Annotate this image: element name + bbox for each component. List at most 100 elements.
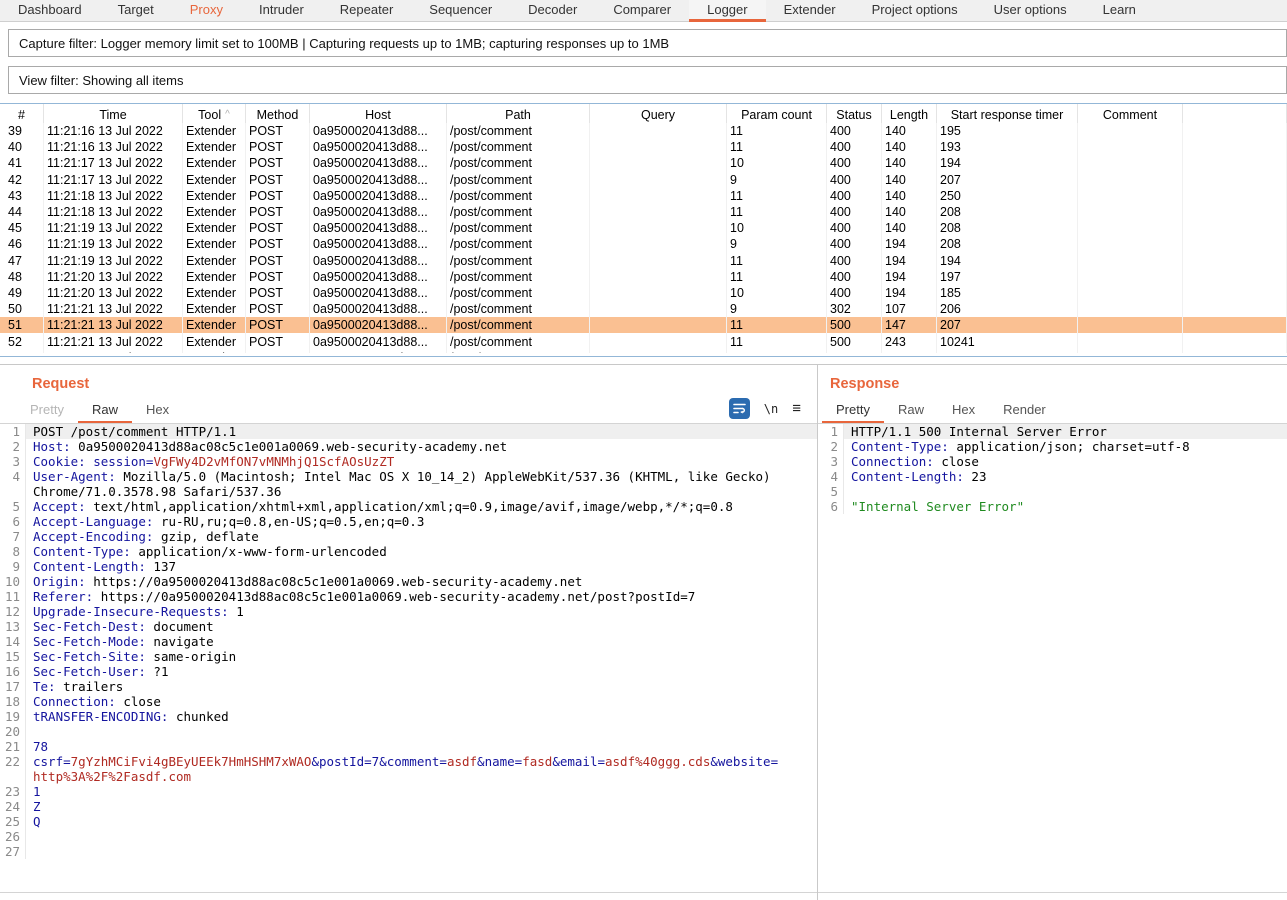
line-content: 78 [26, 739, 817, 754]
log-row-43[interactable]: 4311:21:18 13 Jul 2022ExtenderPOST0a9500… [0, 188, 1287, 204]
request-line-25: 25Q [0, 814, 817, 829]
cell-path: /post/comment [447, 350, 590, 353]
column-header-label: Path [505, 108, 531, 122]
column-header-method[interactable]: Method [246, 104, 310, 125]
menu-tab-target[interactable]: Target [100, 0, 172, 22]
line-content: Host: 0a9500020413d88ac08c5c1e001a0069.w… [26, 439, 817, 454]
column-header--[interactable]: # [0, 104, 44, 125]
menu-tab-learn[interactable]: Learn [1085, 0, 1154, 22]
menu-tab-extender[interactable]: Extender [766, 0, 854, 22]
column-header-start-response-timer[interactable]: Start response timer [937, 104, 1078, 125]
line-number: 16 [0, 664, 26, 679]
request-tab-hex[interactable]: Hex [132, 397, 183, 423]
log-row-42[interactable]: 4211:21:17 13 Jul 2022ExtenderPOST0a9500… [0, 172, 1287, 188]
cell-host: 0a9500020413d88... [310, 350, 447, 353]
request-line-wrap: Chrome/71.0.3578.98 Safari/537.36 [0, 484, 817, 499]
menu-tab-user-options[interactable]: User options [976, 0, 1085, 22]
request-line-5: 5Accept: text/html,application/xhtml+xml… [0, 499, 817, 514]
line-content: Chrome/71.0.3578.98 Safari/537.36 [26, 484, 817, 499]
log-row-49[interactable]: 4911:21:20 13 Jul 2022ExtenderPOST0a9500… [0, 285, 1287, 301]
cell-status: 400 [827, 188, 882, 204]
column-header-label: Start response timer [951, 108, 1064, 122]
log-row-53[interactable]: 5311:21:22 13 Jul 2022ExtenderPOST0a9500… [0, 350, 1287, 353]
log-row-51[interactable]: 5111:21:21 13 Jul 2022ExtenderPOST0a9500… [0, 317, 1287, 333]
response-tab-render[interactable]: Render [989, 397, 1060, 423]
show-newlines-icon[interactable]: \n [764, 402, 778, 416]
menu-tab-logger[interactable]: Logger [689, 0, 765, 22]
column-header-host[interactable]: Host [310, 104, 447, 125]
cell-length: 194 [882, 285, 937, 301]
cell-comment [1078, 301, 1183, 317]
menu-tab-decoder[interactable]: Decoder [510, 0, 595, 22]
cell-comment [1078, 333, 1183, 349]
menu-tab-repeater[interactable]: Repeater [322, 0, 411, 22]
request-tab-raw[interactable]: Raw [78, 397, 132, 423]
column-header-param-count[interactable]: Param count [727, 104, 827, 125]
line-number: 22 [0, 754, 26, 769]
line-number [0, 484, 26, 499]
log-row-50[interactable]: 5011:21:21 13 Jul 2022ExtenderPOST0a9500… [0, 301, 1287, 317]
column-header-query[interactable]: Query [590, 104, 727, 125]
line-number: 15 [0, 649, 26, 664]
cell-filler [1183, 317, 1287, 333]
log-row-45[interactable]: 4511:21:19 13 Jul 2022ExtenderPOST0a9500… [0, 220, 1287, 236]
line-content: Connection: close [844, 454, 1287, 469]
request-editor[interactable]: 1POST /post/comment HTTP/1.12Host: 0a950… [0, 423, 817, 893]
response-tab-raw[interactable]: Raw [884, 397, 938, 423]
cell-id: 51 [0, 317, 44, 333]
log-row-41[interactable]: 4111:21:17 13 Jul 2022ExtenderPOST0a9500… [0, 155, 1287, 171]
cell-start-response-timer: 233 [937, 350, 1078, 353]
cell-host: 0a9500020413d88... [310, 236, 447, 252]
cell-time: 11:21:20 13 Jul 2022 [44, 285, 183, 301]
response-tab-hex[interactable]: Hex [938, 397, 989, 423]
column-header-path[interactable]: Path [447, 104, 590, 125]
menu-tab-comparer[interactable]: Comparer [595, 0, 689, 22]
cell-query [590, 253, 727, 269]
menu-tab-sequencer[interactable]: Sequencer [411, 0, 510, 22]
menu-tab-proxy[interactable]: Proxy [172, 0, 241, 22]
line-content: Sec-Fetch-User: ?1 [26, 664, 817, 679]
cell-filler [1183, 333, 1287, 349]
capture-filter-bar[interactable]: Capture filter: Logger memory limit set … [8, 29, 1287, 57]
cell-param-count: 11 [727, 188, 827, 204]
log-row-48[interactable]: 4811:21:20 13 Jul 2022ExtenderPOST0a9500… [0, 269, 1287, 285]
cell-query [590, 333, 727, 349]
cell-param-count: 10 [727, 155, 827, 171]
line-content: POST /post/comment HTTP/1.1 [26, 424, 817, 439]
line-number: 3 [0, 454, 26, 469]
menu-tab-intruder[interactable]: Intruder [241, 0, 322, 22]
cell-filler [1183, 220, 1287, 236]
cell-method: POST [246, 172, 310, 188]
log-row-40[interactable]: 4011:21:16 13 Jul 2022ExtenderPOST0a9500… [0, 139, 1287, 155]
request-tab-pretty[interactable]: Pretty [16, 397, 78, 423]
log-row-39[interactable]: 3911:21:16 13 Jul 2022ExtenderPOST0a9500… [0, 123, 1287, 139]
log-row-44[interactable]: 4411:21:18 13 Jul 2022ExtenderPOST0a9500… [0, 204, 1287, 220]
column-header-time[interactable]: Time [44, 104, 183, 125]
cell-start-response-timer: 194 [937, 155, 1078, 171]
log-row-52[interactable]: 5211:21:21 13 Jul 2022ExtenderPOST0a9500… [0, 333, 1287, 349]
cell-comment [1078, 253, 1183, 269]
cell-method: POST [246, 317, 310, 333]
cell-query [590, 204, 727, 220]
column-header-tool[interactable]: Tool^ [183, 104, 246, 125]
column-header-status[interactable]: Status [827, 104, 882, 125]
log-row-46[interactable]: 4611:21:19 13 Jul 2022ExtenderPOST0a9500… [0, 236, 1287, 252]
horizontal-splitter[interactable] [0, 357, 1287, 365]
cell-path: /post/comment [447, 188, 590, 204]
menu-tab-dashboard[interactable]: Dashboard [0, 0, 100, 22]
word-wrap-icon[interactable] [729, 398, 750, 419]
menu-tab-project-options[interactable]: Project options [854, 0, 976, 22]
cell-time: 11:21:21 13 Jul 2022 [44, 301, 183, 317]
editor-menu-icon[interactable]: ≡ [792, 400, 801, 417]
view-filter-bar[interactable]: View filter: Showing all items [8, 66, 1287, 94]
cell-length: 147 [882, 317, 937, 333]
column-header-comment[interactable]: Comment [1078, 104, 1183, 125]
column-header-length[interactable]: Length [882, 104, 937, 125]
request-tabs: PrettyRawHex \n ≡ [0, 397, 817, 423]
request-line-19: 19tRANSFER-ENCODING: chunked [0, 709, 817, 724]
response-tab-pretty[interactable]: Pretty [822, 397, 884, 423]
log-row-47[interactable]: 4711:21:19 13 Jul 2022ExtenderPOST0a9500… [0, 253, 1287, 269]
response-editor[interactable]: 1HTTP/1.1 500 Internal Server Error2Cont… [818, 423, 1287, 893]
line-number: 18 [0, 694, 26, 709]
line-number: 17 [0, 679, 26, 694]
